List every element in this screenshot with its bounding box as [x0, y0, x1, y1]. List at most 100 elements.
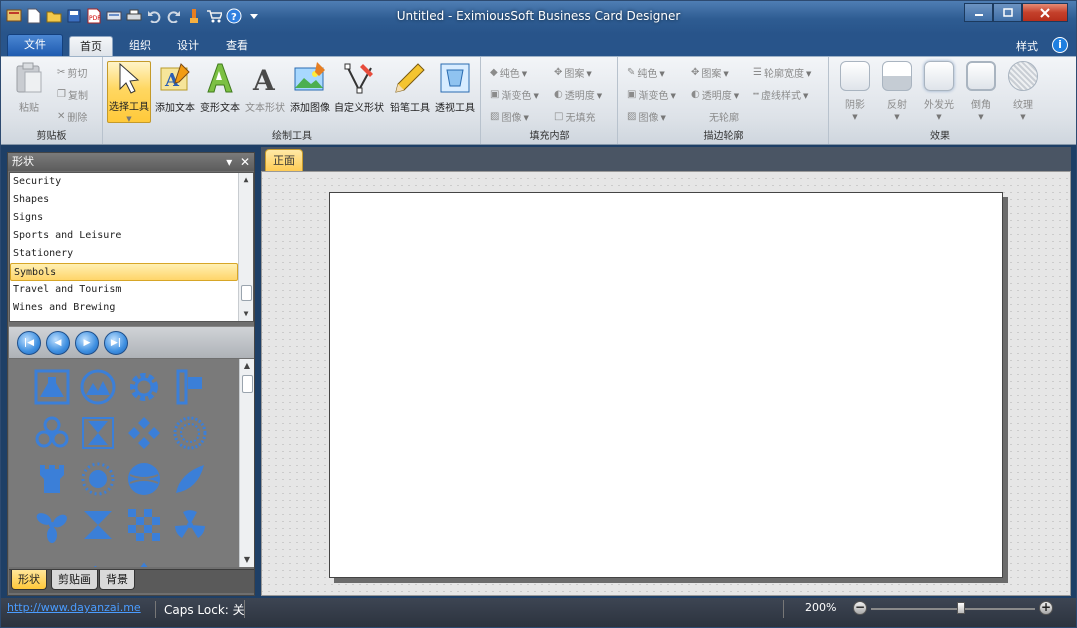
- hourglass-x-symbol-icon[interactable]: [75, 502, 121, 548]
- business-card-canvas[interactable]: [329, 192, 1003, 578]
- checker-symbol-icon[interactable]: [121, 502, 167, 548]
- cut-button[interactable]: ✂ 剪切: [57, 65, 87, 80]
- ball-symbol-icon[interactable]: [121, 456, 167, 502]
- document-area: 正面: [261, 147, 1071, 596]
- website-link[interactable]: http://www.dayanzai.me: [7, 601, 141, 614]
- text-shape-button[interactable]: A 文本形状: [243, 61, 287, 123]
- mountains-symbol-icon[interactable]: [75, 364, 121, 410]
- canvas-workspace[interactable]: [261, 171, 1071, 596]
- arc-symbol-icon[interactable]: [167, 548, 213, 567]
- hourglass-symbol-icon[interactable]: [75, 410, 121, 456]
- fill-image-button[interactable]: ▨ 图像 ▼: [490, 109, 529, 124]
- add-image-icon: [293, 61, 327, 95]
- perspective-tool-button[interactable]: 透视工具: [433, 61, 477, 123]
- add-image-button[interactable]: 添加图像: [288, 61, 332, 123]
- fill-pattern-button[interactable]: ✥ 图案 ▼: [554, 65, 592, 80]
- tab-clipart[interactable]: 剪贴画: [51, 570, 98, 590]
- copy-button[interactable]: ❐ 复制: [57, 87, 88, 102]
- dash-style-button[interactable]: ┅ 虚线样式 ▼: [753, 87, 808, 102]
- scroll-down-icon[interactable]: ▼: [239, 307, 253, 321]
- flask-symbol-icon[interactable]: [29, 364, 75, 410]
- list-item[interactable]: Wines and Brewing: [10, 299, 238, 317]
- gear-symbol-icon[interactable]: [121, 364, 167, 410]
- custom-shape-button[interactable]: 自定义形状: [333, 61, 385, 123]
- info-icon[interactable]: i: [1052, 37, 1068, 53]
- outline-solid-button[interactable]: ✎ 纯色 ▼: [627, 65, 665, 80]
- zoom-in-icon[interactable]: +: [1039, 601, 1053, 615]
- outline-width-button[interactable]: ☰ 轮廓宽度 ▼: [753, 65, 811, 80]
- list-item[interactable]: Security: [10, 173, 238, 191]
- leaf-symbol-icon[interactable]: [167, 456, 213, 502]
- no-fill-button[interactable]: □ 无填充: [554, 109, 595, 124]
- sun-symbol-icon[interactable]: [75, 456, 121, 502]
- tab-organize[interactable]: 组织: [119, 36, 161, 56]
- pencil-tool-button[interactable]: 铅笔工具: [388, 61, 432, 123]
- maximize-button[interactable]: [993, 3, 1022, 22]
- figure-symbol-icon[interactable]: [75, 548, 121, 567]
- list-item[interactable]: Sports and Leisure: [10, 227, 238, 245]
- scroll-up-icon[interactable]: ▲: [239, 173, 253, 187]
- panel-close-icon[interactable]: ✕: [240, 155, 250, 169]
- delete-button[interactable]: ✕ 删除: [57, 109, 87, 124]
- fill-gradient-button[interactable]: ▣ 渐变色 ▼: [490, 87, 539, 102]
- file-tab[interactable]: 文件: [7, 34, 63, 56]
- effect-glow-button[interactable]: 外发光 ▼: [920, 61, 958, 123]
- outline-transparency-button[interactable]: ◐ 透明度 ▼: [691, 87, 739, 102]
- outline-image-button[interactable]: ▨ 图像 ▼: [627, 109, 666, 124]
- next-page-icon[interactable]: ▶: [75, 331, 99, 355]
- dotted-circle-symbol-icon[interactable]: [167, 410, 213, 456]
- house-symbol-icon[interactable]: [121, 548, 167, 567]
- minimize-button[interactable]: [964, 3, 993, 22]
- add-text-button[interactable]: A 添加文本: [153, 61, 197, 123]
- zoom-out-icon[interactable]: −: [853, 601, 867, 615]
- scroll-thumb[interactable]: [241, 285, 252, 301]
- gallery-scroll-thumb[interactable]: [242, 375, 253, 393]
- effect-shadow-button[interactable]: 阴影 ▼: [836, 61, 874, 123]
- select-tool-button[interactable]: 选择工具 ▼: [107, 61, 151, 123]
- list-item[interactable]: Shapes: [10, 191, 238, 209]
- ship-symbol-icon[interactable]: [29, 548, 75, 567]
- effect-reflection-button[interactable]: 反射 ▼: [878, 61, 916, 123]
- list-item-selected[interactable]: Symbols: [10, 263, 238, 281]
- shape-nav-bar: |◀ ◀ ▶ ▶|: [9, 326, 254, 358]
- zoom-track[interactable]: [871, 608, 1035, 610]
- biohazard-symbol-icon[interactable]: [29, 410, 75, 456]
- gradient-icon: ▣: [627, 89, 637, 100]
- tool-symbol-icon[interactable]: [167, 364, 213, 410]
- castle-symbol-icon[interactable]: [29, 456, 75, 502]
- outline-pattern-button[interactable]: ✥ 图案 ▼: [691, 65, 729, 80]
- zoom-knob[interactable]: [957, 602, 965, 614]
- close-button[interactable]: [1022, 3, 1068, 22]
- tab-background[interactable]: 背景: [99, 570, 135, 590]
- fan-symbol-icon[interactable]: [29, 502, 75, 548]
- first-page-icon[interactable]: |◀: [17, 331, 41, 355]
- tab-front-side[interactable]: 正面: [265, 149, 303, 171]
- diamonds-symbol-icon[interactable]: [121, 410, 167, 456]
- zoom-slider[interactable]: − +: [853, 601, 1053, 617]
- tab-design[interactable]: 设计: [167, 36, 209, 56]
- tab-shapes[interactable]: 形状: [11, 570, 47, 590]
- list-item[interactable]: Travel and Tourism: [10, 281, 238, 299]
- no-outline-button[interactable]: 无轮廓: [709, 109, 739, 124]
- fill-solid-button[interactable]: ◆ 纯色 ▼: [490, 65, 527, 80]
- gallery-scrollbar[interactable]: ▲ ▼: [239, 359, 254, 567]
- tab-view[interactable]: 查看: [216, 36, 258, 56]
- effect-bevel-button[interactable]: 倒角 ▼: [962, 61, 1000, 123]
- warp-text-button[interactable]: 变形文本: [198, 61, 242, 123]
- style-menu[interactable]: 样式: [1016, 38, 1038, 54]
- panel-menu-icon[interactable]: ▾: [226, 155, 232, 169]
- last-page-icon[interactable]: ▶|: [104, 331, 128, 355]
- prev-page-icon[interactable]: ◀: [46, 331, 70, 355]
- shape-gallery: ▲ ▼: [9, 359, 254, 567]
- list-item[interactable]: Signs: [10, 209, 238, 227]
- gallery-scroll-down-icon[interactable]: ▼: [240, 553, 254, 567]
- effect-texture-button[interactable]: 纹理 ▼: [1004, 61, 1042, 123]
- tab-home[interactable]: 首页: [69, 36, 113, 56]
- category-scrollbar[interactable]: ▲ ▼: [238, 173, 253, 321]
- paste-button[interactable]: 粘贴: [9, 61, 49, 123]
- list-item[interactable]: Stationery: [10, 245, 238, 263]
- radiation-symbol-icon[interactable]: [167, 502, 213, 548]
- gallery-scroll-up-icon[interactable]: ▲: [240, 359, 254, 373]
- fill-transparency-button[interactable]: ◐ 透明度 ▼: [554, 87, 602, 102]
- outline-gradient-button[interactable]: ▣ 渐变色 ▼: [627, 87, 676, 102]
